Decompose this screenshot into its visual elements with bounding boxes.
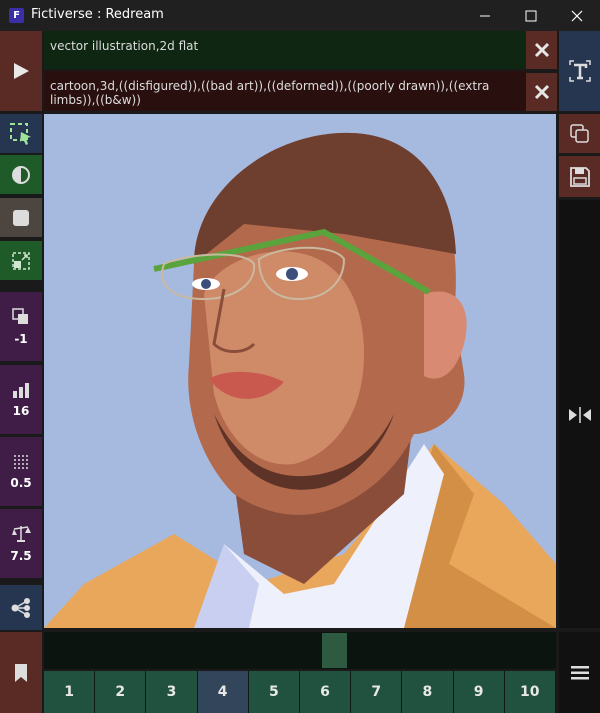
page-button-3[interactable]: 3 <box>146 671 198 713</box>
bar-chart-icon <box>13 382 29 398</box>
bookmark-button[interactable] <box>0 632 42 713</box>
result-image[interactable] <box>44 114 556 628</box>
resize-button[interactable] <box>0 241 42 280</box>
run-button[interactable] <box>0 31 42 111</box>
menu-button[interactable] <box>559 632 600 713</box>
scrubber-thumb[interactable] <box>322 633 347 668</box>
positive-prompt-field[interactable]: vector illustration,2d flat <box>44 31 526 69</box>
strength-value: 0.5 <box>10 475 32 490</box>
save-icon <box>569 166 590 187</box>
page-button-7[interactable]: 7 <box>351 671 403 713</box>
play-icon <box>14 63 29 79</box>
selection-tool-button[interactable] <box>0 114 42 153</box>
maximize-icon <box>525 10 537 21</box>
page-button-8[interactable]: 8 <box>402 671 454 713</box>
page-button-4[interactable]: 4 <box>197 671 249 713</box>
page-button-9[interactable]: 9 <box>453 671 505 713</box>
clear-x-icon <box>534 42 549 58</box>
clear-positive-button[interactable] <box>526 31 557 69</box>
copy-icon <box>569 123 589 143</box>
copies-icon <box>12 307 28 324</box>
scale-balance-icon <box>12 525 31 542</box>
noise-dots-icon <box>14 454 28 469</box>
page-button-1[interactable]: 1 <box>44 671 96 713</box>
text-frame-icon <box>568 60 591 82</box>
select-cursor-icon <box>10 122 31 145</box>
minimize-button[interactable] <box>462 0 508 31</box>
mask-button[interactable] <box>0 198 42 237</box>
guidance-value: 7.5 <box>10 548 32 563</box>
share-button[interactable] <box>0 585 42 630</box>
square-icon <box>13 209 29 226</box>
page-button-2[interactable]: 2 <box>95 671 147 713</box>
clear-x-icon <box>534 84 549 100</box>
contrast-icon <box>12 165 30 184</box>
clear-negative-button[interactable] <box>526 73 557 111</box>
batch-value: -1 <box>14 331 28 346</box>
page-button-6[interactable]: 6 <box>299 671 352 713</box>
close-button[interactable] <box>554 0 600 31</box>
portrait-illustration <box>44 114 556 628</box>
maximize-button[interactable] <box>508 0 554 31</box>
page-selector: 1 2 3 4 5 6 7 8 9 10 <box>44 671 556 713</box>
resize-icon <box>12 251 30 270</box>
guidance-control[interactable]: 7.5 <box>0 509 42 578</box>
page-button-10[interactable]: 10 <box>504 671 556 713</box>
compare-split-button[interactable] <box>559 400 600 430</box>
split-compare-icon <box>568 407 591 423</box>
steps-value: 16 <box>12 403 30 418</box>
share-nodes-icon <box>11 597 30 618</box>
negative-prompt-field[interactable]: cartoon,3d,((disfigured)),((bad art)),((… <box>44 71 526 111</box>
page-button-5[interactable]: 5 <box>248 671 300 713</box>
steps-control[interactable]: 16 <box>0 365 42 434</box>
contrast-button[interactable] <box>0 155 42 194</box>
hamburger-icon <box>570 665 589 679</box>
window-title: Fictiverse : Redream <box>31 7 164 22</box>
text-tool-button[interactable] <box>559 31 600 111</box>
close-icon <box>571 10 583 21</box>
save-button[interactable] <box>559 156 600 197</box>
strength-control[interactable]: 0.5 <box>0 437 42 506</box>
bookmark-icon <box>15 663 27 682</box>
history-scrubber[interactable] <box>44 632 556 669</box>
minimize-icon <box>480 15 490 16</box>
copy-button[interactable] <box>559 114 600 153</box>
app-icon: F <box>9 8 24 23</box>
batch-count-control[interactable]: -1 <box>0 292 42 361</box>
